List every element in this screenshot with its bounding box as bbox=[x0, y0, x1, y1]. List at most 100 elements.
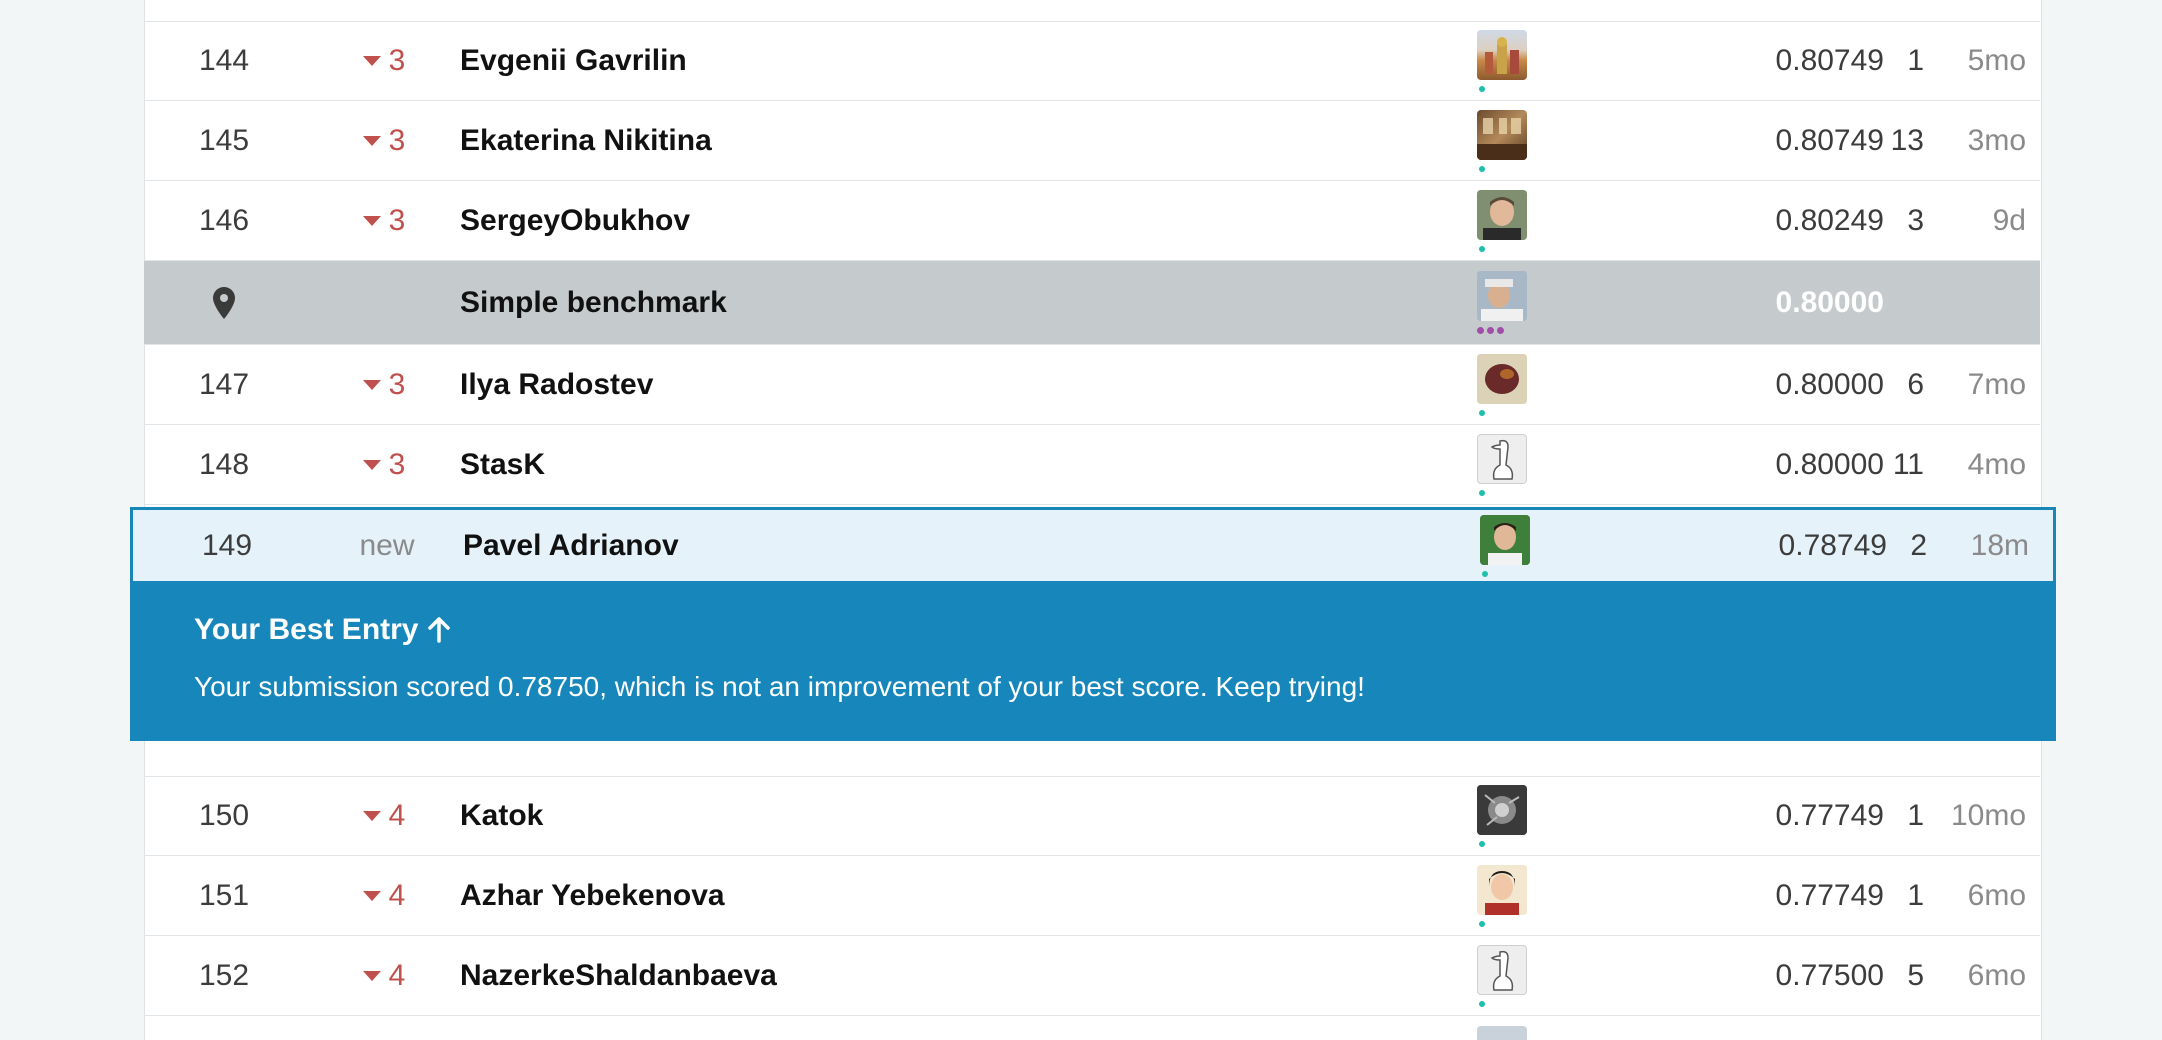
banner-title: Your Best Entry bbox=[194, 613, 419, 646]
team-members[interactable] bbox=[1477, 345, 1527, 424]
team-name[interactable]: StasK bbox=[460, 425, 545, 504]
entries-cell: 3 bbox=[1907, 203, 1924, 237]
rank-change: 4 bbox=[324, 936, 444, 1015]
rank-change-value: 3 bbox=[388, 367, 406, 401]
score-cell: 0.77749 bbox=[1775, 878, 1884, 912]
activity-dot bbox=[1479, 841, 1485, 847]
entries-cell: 5 bbox=[1907, 958, 1924, 992]
avatar[interactable] bbox=[1477, 353, 1527, 404]
team-name[interactable]: Azhar Yebekenova bbox=[460, 856, 725, 935]
leaderboard-row[interactable]: 144 3 Evgenii Gavrilin 0.80749 1 5mo bbox=[144, 21, 2040, 101]
last-submission-cell: 6mo bbox=[1967, 958, 2026, 992]
leaderboard-row[interactable]: 150 4 Katok 0.77749 1 10mo bbox=[144, 776, 2040, 856]
last-submission-cell: 7mo bbox=[1967, 367, 2026, 401]
my-entry-row[interactable]: 149 new Pavel Adrianov 0.78749 2 18m bbox=[130, 507, 2056, 581]
last-submission-cell: 6mo bbox=[1967, 878, 2026, 912]
avatar[interactable] bbox=[1477, 433, 1527, 484]
benchmark-row[interactable]: Simple benchmark 0.80000 bbox=[144, 261, 2040, 345]
last-submission-cell: 4mo bbox=[1967, 447, 2026, 481]
activity-dot bbox=[1479, 165, 1485, 172]
team-members[interactable] bbox=[1477, 777, 1527, 855]
rank-cell: 148 bbox=[198, 447, 250, 481]
rank-change: 4 bbox=[324, 777, 444, 855]
next-row-avatar-partial bbox=[1477, 1026, 1527, 1040]
benchmark-marker bbox=[164, 261, 284, 344]
leaderboard-row[interactable]: 146 3 SergeyObukhov 0.80249 3 9d bbox=[144, 181, 2040, 261]
activity-dot bbox=[1479, 1000, 1485, 1007]
avatar[interactable] bbox=[1477, 189, 1527, 240]
team-members[interactable] bbox=[1477, 181, 1527, 260]
interior-photo-icon bbox=[1477, 117, 1527, 160]
score-cell: 0.80000 bbox=[1775, 447, 1884, 481]
team-name[interactable]: Ilya Radostev bbox=[460, 345, 653, 424]
entries-cell: 2 bbox=[1910, 528, 1927, 562]
team-name[interactable]: SergeyObukhov bbox=[460, 181, 690, 260]
rank-change: 3 bbox=[324, 425, 444, 504]
team-members[interactable] bbox=[1480, 510, 1530, 581]
activity-dot bbox=[1479, 245, 1485, 252]
best-entry-banner: Your Best Entry Your submission scored 0… bbox=[130, 581, 2056, 741]
down-arrow-icon bbox=[362, 379, 381, 390]
last-submission-cell: 5mo bbox=[1967, 43, 2026, 77]
portrait-photo-icon bbox=[1477, 189, 1527, 240]
score-cell: 0.80000 bbox=[1775, 285, 1884, 319]
rank-cell: 144 bbox=[198, 43, 250, 77]
leaderboard-row[interactable]: 147 3 Ilya Radostev 0.80000 6 7mo bbox=[144, 345, 2040, 425]
rank-change-value: 3 bbox=[388, 123, 406, 157]
down-arrow-icon bbox=[362, 215, 381, 226]
team-name[interactable]: Katok bbox=[460, 777, 543, 855]
leaderboard-row[interactable]: 145 3 Ekaterina Nikitina 0.80749 13 3mo bbox=[144, 101, 2040, 181]
avatar[interactable] bbox=[1477, 271, 1527, 321]
previous-row-edge bbox=[144, 0, 2040, 22]
leaderboard-row[interactable]: 151 4 Azhar Yebekenova 0.77749 1 6mo bbox=[144, 856, 2040, 936]
rank-cell: 149 bbox=[201, 528, 253, 562]
team-name[interactable]: NazerkeShaldanbaeva bbox=[460, 936, 777, 1015]
rank-change: 3 bbox=[324, 101, 444, 180]
activity-dot bbox=[1479, 409, 1485, 416]
last-submission-cell: 18m bbox=[1970, 528, 2029, 562]
benchmark-name[interactable]: Simple benchmark bbox=[460, 261, 727, 344]
down-arrow-icon bbox=[362, 970, 381, 981]
benchmark-members[interactable] bbox=[1477, 261, 1527, 344]
map-pin-icon bbox=[213, 286, 235, 319]
avatar[interactable] bbox=[1477, 29, 1527, 80]
score-cell: 0.80749 bbox=[1775, 123, 1884, 157]
rank-change: 3 bbox=[324, 21, 444, 100]
team-name[interactable]: Ekaterina Nikitina bbox=[460, 101, 712, 180]
team-members[interactable] bbox=[1477, 936, 1527, 1015]
entries-cell: 1 bbox=[1907, 799, 1924, 832]
team-members[interactable] bbox=[1477, 21, 1527, 100]
leaderboard-row[interactable]: 152 4 NazerkeShaldanbaeva 0.77500 5 6mo bbox=[144, 936, 2040, 1016]
arrow-up-icon bbox=[427, 617, 450, 643]
entries-cell: 13 bbox=[1890, 123, 1924, 157]
score-cell: 0.78749 bbox=[1778, 528, 1887, 562]
rank-change: 4 bbox=[324, 856, 444, 935]
score-cell: 0.77500 bbox=[1775, 958, 1884, 992]
banner-message: Your submission scored 0.78750, which is… bbox=[194, 671, 1365, 702]
avatar[interactable] bbox=[1477, 109, 1527, 160]
score-cell: 0.80749 bbox=[1775, 43, 1884, 77]
team-name[interactable]: Evgenii Gavrilin bbox=[460, 21, 687, 100]
avatar[interactable] bbox=[1477, 785, 1527, 835]
portrait-woman-icon bbox=[1477, 864, 1527, 915]
entries-cell: 6 bbox=[1907, 367, 1924, 401]
down-arrow-icon bbox=[362, 811, 381, 821]
team-name[interactable]: Pavel Adrianov bbox=[463, 510, 679, 581]
activity-dot bbox=[1482, 570, 1488, 577]
leaderboard-row[interactable]: 148 3 StasK 0.80000 11 4mo bbox=[144, 425, 2040, 505]
rank-change-value: 3 bbox=[388, 43, 406, 77]
down-arrow-icon bbox=[362, 135, 381, 146]
down-arrow-icon bbox=[362, 55, 381, 66]
team-members[interactable] bbox=[1477, 856, 1527, 935]
score-cell: 0.80000 bbox=[1775, 367, 1884, 401]
score-cell: 0.80249 bbox=[1775, 203, 1884, 237]
score-cell: 0.77749 bbox=[1775, 799, 1884, 832]
rank-cell: 145 bbox=[198, 123, 250, 157]
team-members[interactable] bbox=[1477, 101, 1527, 180]
team-members[interactable] bbox=[1477, 425, 1527, 504]
avatar[interactable] bbox=[1480, 514, 1530, 565]
avatar[interactable] bbox=[1477, 864, 1527, 915]
team-indicator-dots bbox=[1477, 327, 1504, 334]
avatar[interactable] bbox=[1477, 944, 1527, 995]
rank-cell: 152 bbox=[198, 958, 250, 992]
